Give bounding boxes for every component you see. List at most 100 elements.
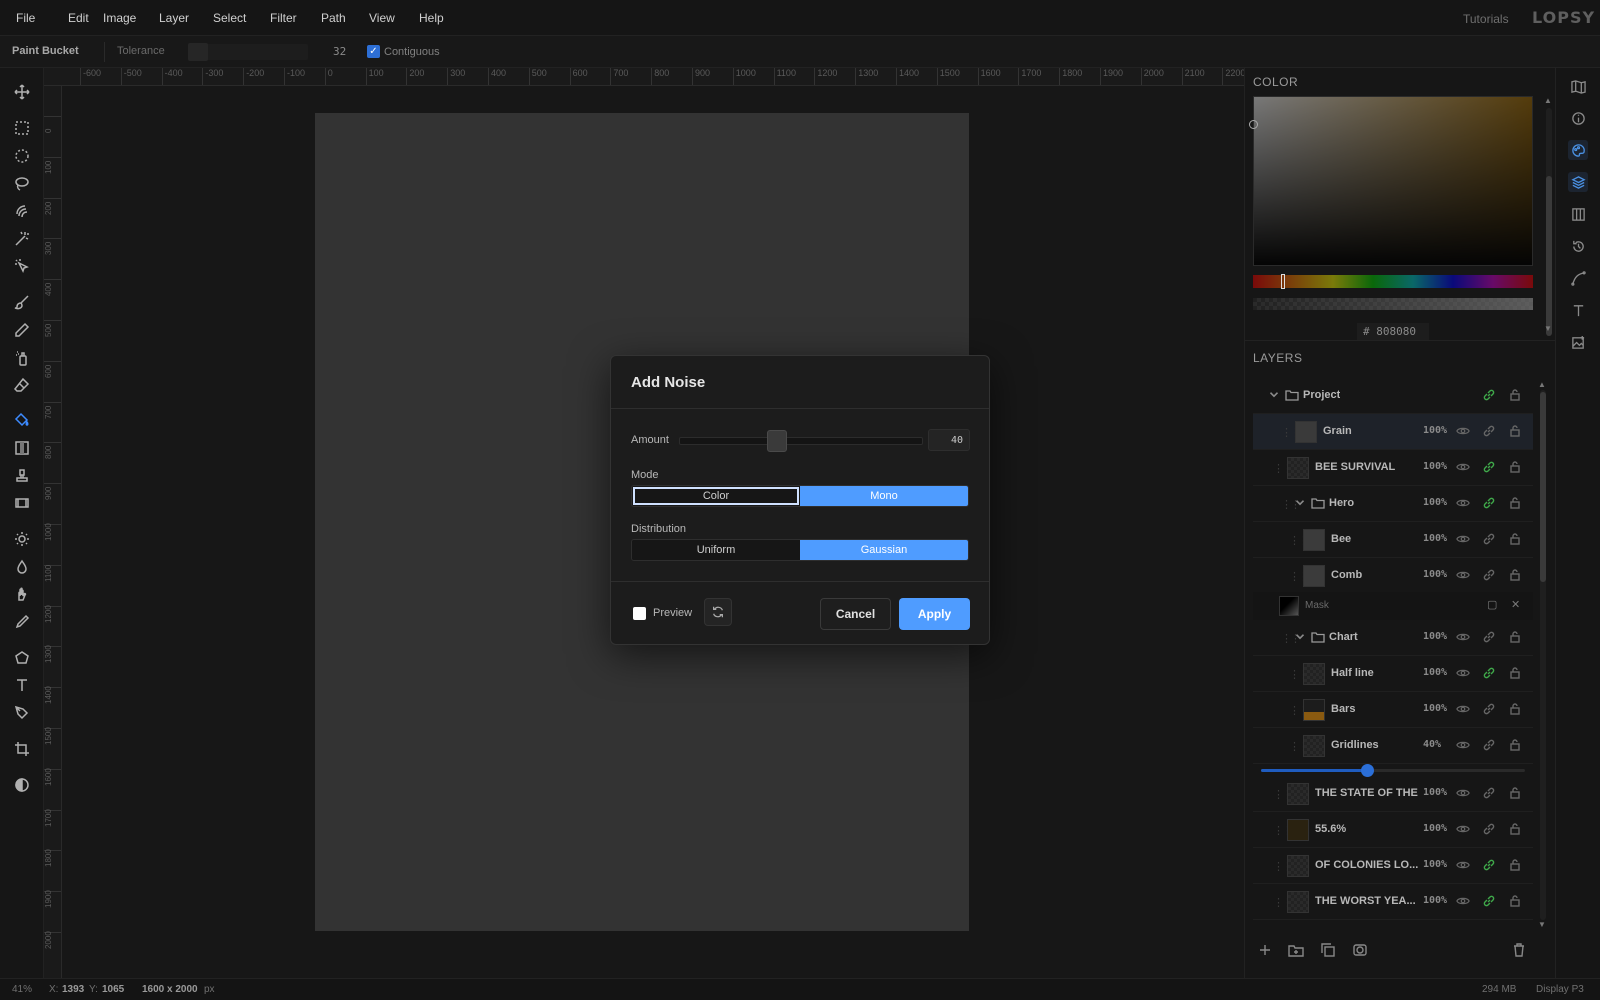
layer-opacity[interactable]: 100% bbox=[1423, 787, 1447, 798]
chevron-down-icon[interactable] bbox=[1267, 388, 1279, 400]
tolerance-slider-thumb[interactable] bbox=[188, 43, 208, 61]
eye-icon[interactable] bbox=[1456, 666, 1472, 680]
layer-opacity[interactable]: 100% bbox=[1423, 497, 1447, 508]
move-icon[interactable] bbox=[10, 80, 34, 104]
scroll-up-icon[interactable]: ▲ bbox=[1544, 96, 1552, 105]
palette-icon[interactable] bbox=[1568, 140, 1588, 160]
scroll-up-icon[interactable]: ▲ bbox=[1538, 380, 1546, 389]
gradient-icon[interactable] bbox=[10, 436, 34, 460]
layer-row[interactable]: ⋮⋮ Hero 100% bbox=[1253, 486, 1533, 522]
menu-view[interactable]: View bbox=[369, 11, 395, 25]
layer-row[interactable]: ⋮⋮ Bee 100% bbox=[1253, 522, 1533, 558]
layer-row[interactable]: ⋮⋮ Grain 100% bbox=[1253, 414, 1533, 450]
lock-icon[interactable] bbox=[1508, 786, 1522, 800]
menu-edit[interactable]: Edit bbox=[68, 11, 89, 25]
lock-icon[interactable] bbox=[1508, 532, 1522, 546]
eye-icon[interactable] bbox=[1456, 630, 1472, 644]
layers-scrollbar[interactable]: ▲ ▼ bbox=[1537, 380, 1549, 932]
layer-row[interactable]: ⋮⋮ Half line 100% bbox=[1253, 656, 1533, 692]
link-icon[interactable] bbox=[1482, 786, 1496, 800]
layer-row[interactable]: ⋮⋮ Comb 100% bbox=[1253, 558, 1533, 594]
menu-layer[interactable]: Layer bbox=[159, 11, 189, 25]
mode-mono-button[interactable]: Mono bbox=[800, 486, 968, 506]
eye-icon[interactable] bbox=[1456, 460, 1472, 474]
object-select-icon[interactable] bbox=[10, 254, 34, 278]
mask-enable-icon[interactable]: ▢ bbox=[1487, 598, 1497, 611]
magic-wand-icon[interactable] bbox=[10, 227, 34, 251]
add-layer-icon[interactable] bbox=[1257, 942, 1273, 958]
hex-color-input[interactable]: # 808080 bbox=[1357, 323, 1429, 340]
menu-select[interactable]: Select bbox=[213, 11, 246, 25]
layer-opacity[interactable]: 100% bbox=[1423, 425, 1447, 436]
lock-icon[interactable] bbox=[1508, 496, 1522, 510]
burn-icon[interactable] bbox=[10, 555, 34, 579]
menu-image[interactable]: Image bbox=[103, 11, 136, 25]
link-icon[interactable] bbox=[1482, 858, 1496, 872]
layer-row[interactable]: ⋮⋮ THE STATE OF THE 100% bbox=[1253, 776, 1533, 812]
lock-icon[interactable] bbox=[1508, 388, 1522, 402]
eye-icon[interactable] bbox=[1456, 738, 1472, 752]
delete-layer-icon[interactable] bbox=[1511, 942, 1527, 958]
hue-slider[interactable] bbox=[1253, 275, 1533, 288]
alpha-slider[interactable] bbox=[1253, 298, 1533, 310]
layer-opacity[interactable]: 100% bbox=[1423, 823, 1447, 834]
layer-opacity[interactable]: 40% bbox=[1423, 739, 1441, 750]
link-icon[interactable] bbox=[1482, 496, 1496, 510]
layer-opacity-thumb[interactable] bbox=[1360, 764, 1374, 777]
link-icon[interactable] bbox=[1482, 424, 1496, 438]
layer-opacity[interactable]: 100% bbox=[1423, 703, 1447, 714]
link-icon[interactable] bbox=[1482, 630, 1496, 644]
mode-color-button[interactable]: Color bbox=[632, 486, 800, 506]
tutorials-link[interactable]: Tutorials bbox=[1463, 12, 1509, 26]
menu-help[interactable]: Help bbox=[419, 11, 444, 25]
eye-icon[interactable] bbox=[1456, 894, 1472, 908]
color-panel-scrollbar[interactable]: ▲ ▼ bbox=[1543, 96, 1555, 336]
layer-opacity[interactable]: 100% bbox=[1423, 533, 1447, 544]
pen-icon[interactable] bbox=[10, 701, 34, 725]
scroll-down-icon[interactable]: ▼ bbox=[1544, 324, 1552, 333]
map-icon[interactable] bbox=[1568, 76, 1588, 96]
preview-checkbox[interactable] bbox=[633, 607, 646, 620]
spray-icon[interactable] bbox=[10, 346, 34, 370]
layer-row[interactable]: ⋮⋮ Bars 100% bbox=[1253, 692, 1533, 728]
layer-row[interactable]: ⋮⋮ Gridlines 40% bbox=[1253, 728, 1533, 764]
stamp-icon[interactable] bbox=[10, 464, 34, 488]
lock-icon[interactable] bbox=[1508, 568, 1522, 582]
layer-opacity[interactable]: 100% bbox=[1423, 895, 1447, 906]
layers-icon[interactable] bbox=[1568, 172, 1588, 192]
lock-icon[interactable] bbox=[1508, 460, 1522, 474]
lock-icon[interactable] bbox=[1508, 630, 1522, 644]
color-picker-marker[interactable] bbox=[1249, 120, 1258, 129]
eye-icon[interactable] bbox=[1456, 702, 1472, 716]
polygon-icon[interactable] bbox=[10, 646, 34, 670]
curve-icon[interactable] bbox=[1568, 268, 1588, 288]
history-icon[interactable] bbox=[1568, 236, 1588, 256]
layer-opacity[interactable]: 100% bbox=[1423, 569, 1447, 580]
lock-icon[interactable] bbox=[1508, 738, 1522, 752]
layer-row[interactable]: ⋮⋮ Chart 100% bbox=[1253, 620, 1533, 656]
cancel-button[interactable]: Cancel bbox=[820, 598, 891, 630]
link-icon[interactable] bbox=[1482, 822, 1496, 836]
ellipse-select-icon[interactable] bbox=[10, 144, 34, 168]
layer-opacity[interactable]: 100% bbox=[1423, 461, 1447, 472]
add-mask-icon[interactable] bbox=[1352, 942, 1368, 958]
hue-slider-thumb[interactable] bbox=[1281, 274, 1285, 289]
lock-icon[interactable] bbox=[1508, 894, 1522, 908]
contiguous-checkbox[interactable]: ✓ bbox=[367, 45, 380, 58]
new-group-icon[interactable] bbox=[1288, 942, 1304, 958]
eye-icon[interactable] bbox=[1456, 786, 1472, 800]
amount-input[interactable]: 40 bbox=[928, 429, 970, 451]
menu-filter[interactable]: Filter bbox=[270, 11, 297, 25]
text-icon[interactable] bbox=[10, 673, 34, 697]
lock-icon[interactable] bbox=[1508, 822, 1522, 836]
layer-row[interactable]: Project bbox=[1253, 378, 1533, 414]
pencil-icon[interactable] bbox=[10, 318, 34, 342]
link-icon[interactable] bbox=[1482, 666, 1496, 680]
amount-slider-thumb[interactable] bbox=[766, 430, 787, 452]
link-icon[interactable] bbox=[1482, 388, 1496, 402]
duplicate-layer-icon[interactable] bbox=[1320, 942, 1336, 958]
lock-icon[interactable] bbox=[1508, 666, 1522, 680]
paint-bucket-icon[interactable] bbox=[10, 408, 34, 432]
link-icon[interactable] bbox=[1482, 738, 1496, 752]
layer-row[interactable]: ⋮⋮ THE WORST YEA... 100% bbox=[1253, 884, 1533, 920]
